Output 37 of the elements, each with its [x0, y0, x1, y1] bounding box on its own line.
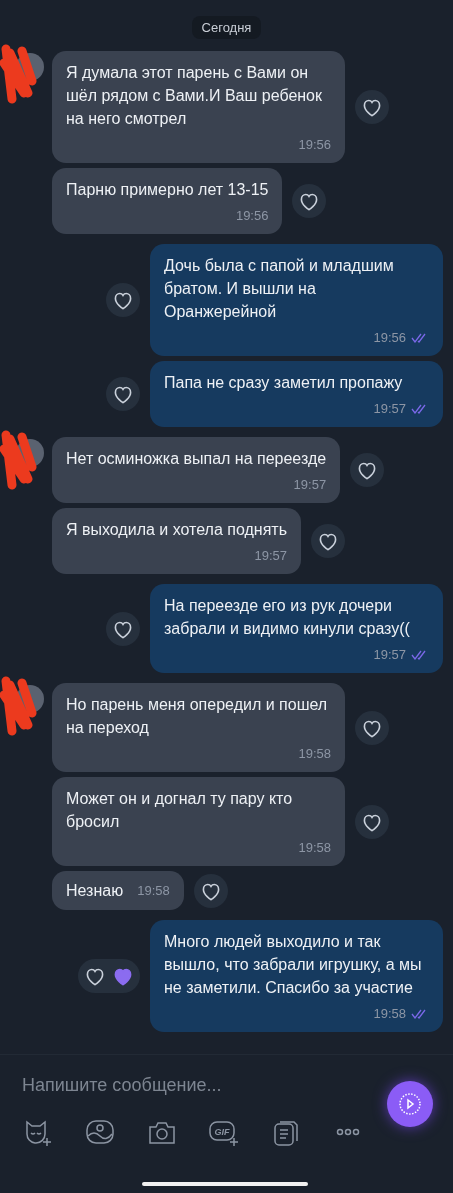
reaction-button[interactable]: [292, 184, 327, 218]
message-text: Может он и догнал ту пару кто бросил: [66, 789, 294, 832]
message-text: Нет осминожка выпал на переезде: [66, 449, 327, 469]
message-time: 19:58: [298, 745, 331, 763]
message-input[interactable]: Напишите сообщение...: [22, 1075, 362, 1096]
message-text: Папа не сразу заметил пропажу: [164, 373, 404, 393]
message-time: 19:58: [298, 839, 331, 857]
message-text: Я думала этот парень с Вами он шёл рядом с Вами.И Ваш ребенок на него смотрел: [66, 63, 323, 129]
message-time: 19:56: [298, 136, 331, 154]
message-time: 19:57: [373, 400, 406, 418]
reaction-button[interactable]: [106, 377, 140, 411]
message-time: 19:57: [293, 476, 327, 494]
reaction-button[interactable]: [355, 710, 389, 745]
message-time: 19:57: [373, 646, 406, 664]
message-text: Я выходила и хотела поднять: [66, 520, 287, 540]
reaction-button[interactable]: [78, 959, 140, 993]
message-text: Но парень меня опередил и пошел на переход: [66, 695, 329, 738]
message-time: 19:58: [137, 882, 170, 900]
reaction-button[interactable]: [311, 524, 345, 558]
message-time: 19:56: [373, 329, 406, 347]
message-text: Дочь была с папой и младшим братом. И вышли на Оранжерейной: [164, 256, 395, 322]
message-text: Много людей выходило и так вышло, что забрали игрушку, а мы не заметили. Спасибо за участие: [164, 932, 423, 998]
play-icon: [399, 1093, 421, 1115]
voice-message-button[interactable]: [387, 1081, 433, 1127]
reaction-button[interactable]: [350, 453, 385, 487]
reaction-button[interactable]: [106, 611, 140, 646]
message-time: 19:56: [235, 207, 269, 225]
reaction-button[interactable]: [355, 804, 389, 839]
message-time: 19:57: [254, 547, 287, 565]
message-text: Парню примерно лет 13-15: [66, 180, 269, 200]
message-text: Незнаю: [66, 881, 124, 901]
reaction-button[interactable]: [355, 90, 389, 124]
message-text: На переезде его из рук дочери забрали и видимо кинули сразу((: [164, 596, 411, 639]
message-time: 19:58: [373, 1005, 406, 1023]
date-divider: Сегодня: [191, 16, 262, 39]
reaction-button[interactable]: [193, 873, 228, 908]
reaction-button[interactable]: [106, 283, 140, 317]
